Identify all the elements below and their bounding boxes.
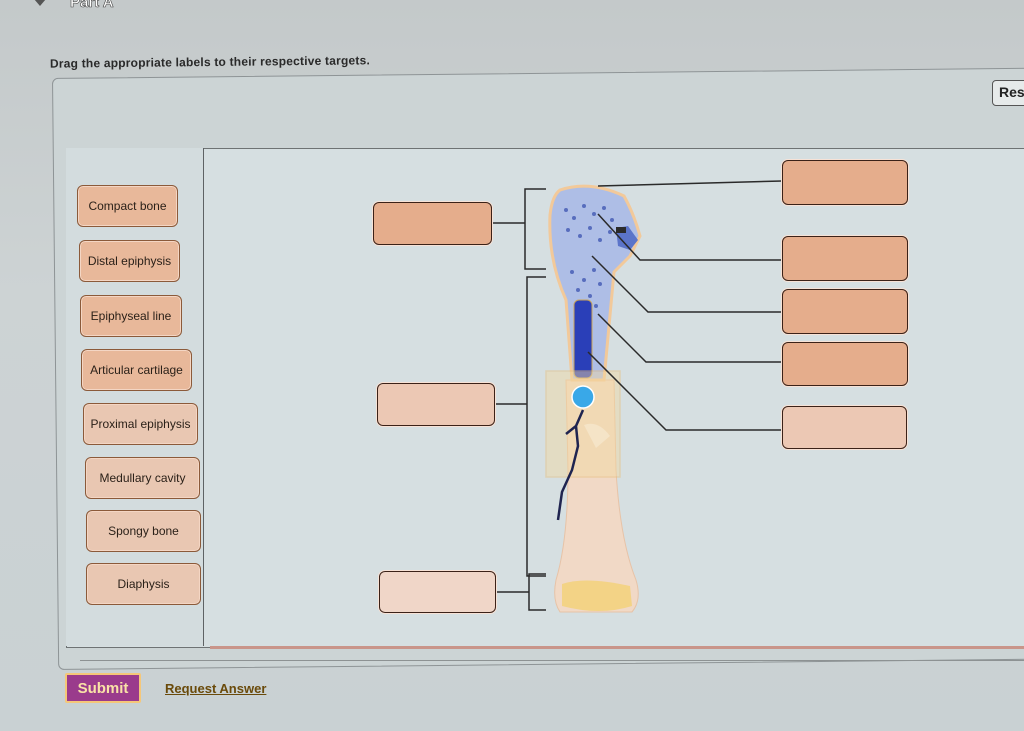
leader-right-1 — [597, 180, 783, 187]
drop-target-left-bottom[interactable] — [379, 571, 496, 613]
drop-target-right-2[interactable] — [782, 236, 908, 281]
drop-target-left-top[interactable] — [373, 202, 492, 245]
drop-target-right-3[interactable] — [782, 289, 908, 334]
upper-bracket — [524, 188, 546, 270]
drop-target-right-1[interactable] — [782, 160, 908, 205]
distal-cartilage — [562, 580, 632, 611]
request-answer-link[interactable]: Request Answer — [165, 681, 266, 696]
drop-target-left-middle[interactable] — [377, 383, 495, 426]
submit-button[interactable]: Submit — [65, 673, 141, 703]
nutrient-foramen — [571, 385, 595, 409]
bracket-lines — [490, 188, 546, 611]
leader-right-4 — [597, 313, 782, 363]
drop-target-right-4[interactable] — [782, 342, 908, 386]
footer-divider — [80, 660, 1024, 661]
drop-target-right-5[interactable] — [782, 406, 907, 449]
medullary-cavity-marrow — [573, 299, 593, 379]
cut-notch — [616, 227, 626, 233]
middle-bracket — [526, 276, 546, 577]
lower-bracket — [528, 573, 546, 611]
